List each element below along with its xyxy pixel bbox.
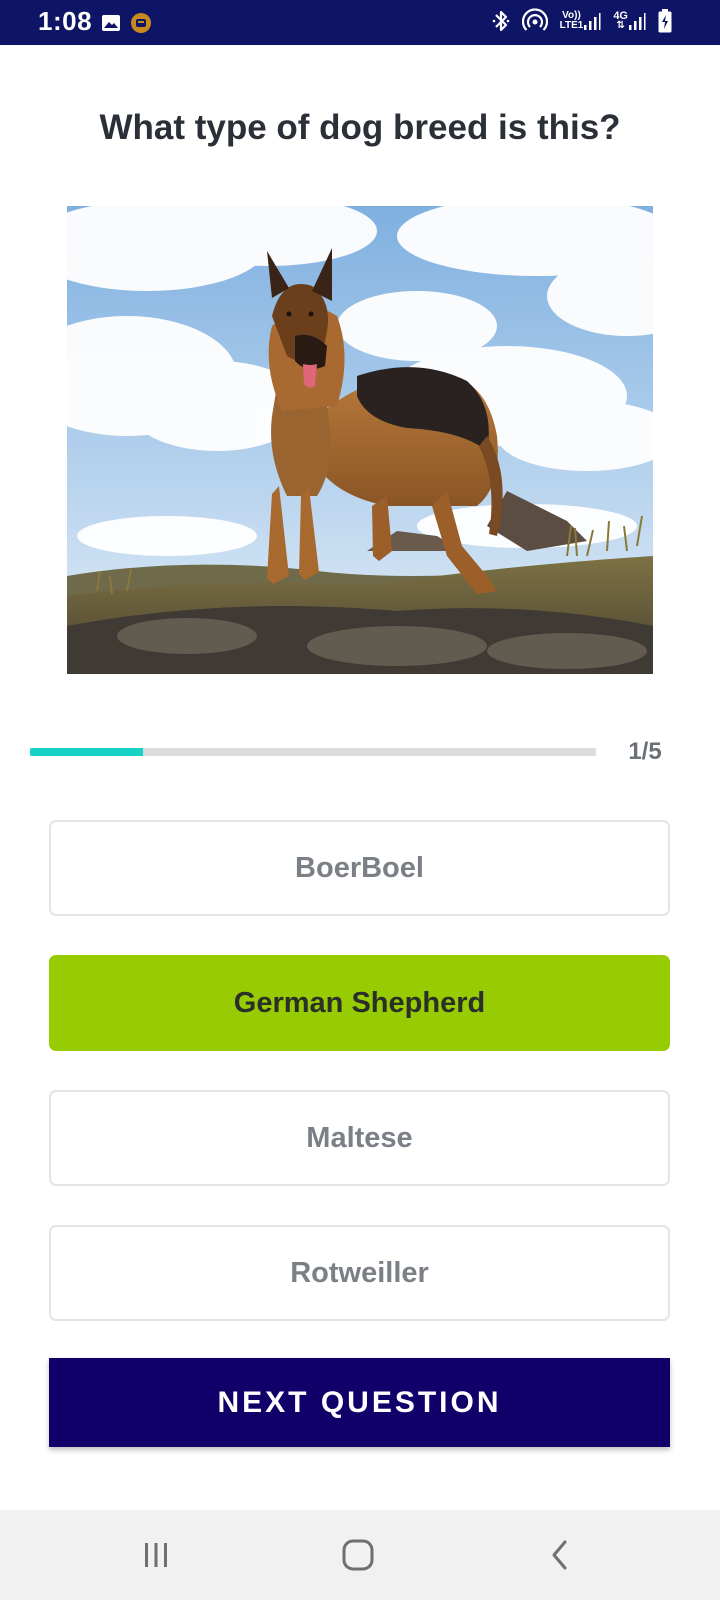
answer-option-rotweiller[interactable]: Rotweiller <box>49 1225 670 1321</box>
recent-apps-icon[interactable] <box>126 1530 186 1580</box>
dog-photo <box>67 206 653 674</box>
quiz-progress-fill <box>30 748 144 756</box>
answer-option-label: Maltese <box>306 1121 413 1154</box>
battery-charging-icon <box>658 9 672 33</box>
navigation-bar <box>0 1510 720 1600</box>
4g-signal-icon: 4G ⇅ <box>613 11 646 31</box>
quiz-screen: 1:08 Vo)) LTE1 4G ⇅ What type of dog bre… <box>0 0 720 1600</box>
hotspot-icon <box>521 8 548 34</box>
answer-option-maltese[interactable]: Maltese <box>49 1090 670 1186</box>
question-title: What type of dog breed is this? <box>99 108 621 147</box>
answer-option-label: Rotweiller <box>290 1256 429 1289</box>
back-icon[interactable] <box>530 1530 590 1580</box>
volte-bottom-text: LTE1 <box>559 20 584 31</box>
bluetooth-icon <box>492 9 510 33</box>
notification-badge-icon <box>129 11 153 35</box>
status-time: 1:08 <box>38 6 93 36</box>
status-bar: 1:08 Vo)) LTE1 4G ⇅ <box>0 0 720 45</box>
next-question-button[interactable]: NEXT QUESTION <box>49 1358 670 1447</box>
home-icon[interactable] <box>328 1530 388 1580</box>
answer-option-label: BoerBoel <box>295 851 424 884</box>
answer-option-boerboel[interactable]: BoerBoel <box>49 820 670 916</box>
network-arrows-text: ⇅ <box>616 20 625 31</box>
status-left-icons <box>101 11 153 35</box>
volte-signal-icon: Vo)) LTE1 <box>560 11 602 31</box>
answer-option-label: German Shepherd <box>233 986 486 1019</box>
answer-option-german-shepherd[interactable]: German Shepherd <box>49 955 670 1051</box>
image-icon <box>101 14 121 32</box>
quiz-progress-bar <box>30 748 596 756</box>
status-right-icons: Vo)) LTE1 4G ⇅ <box>492 8 672 34</box>
quiz-progress-label: 1/5 <box>628 738 662 765</box>
